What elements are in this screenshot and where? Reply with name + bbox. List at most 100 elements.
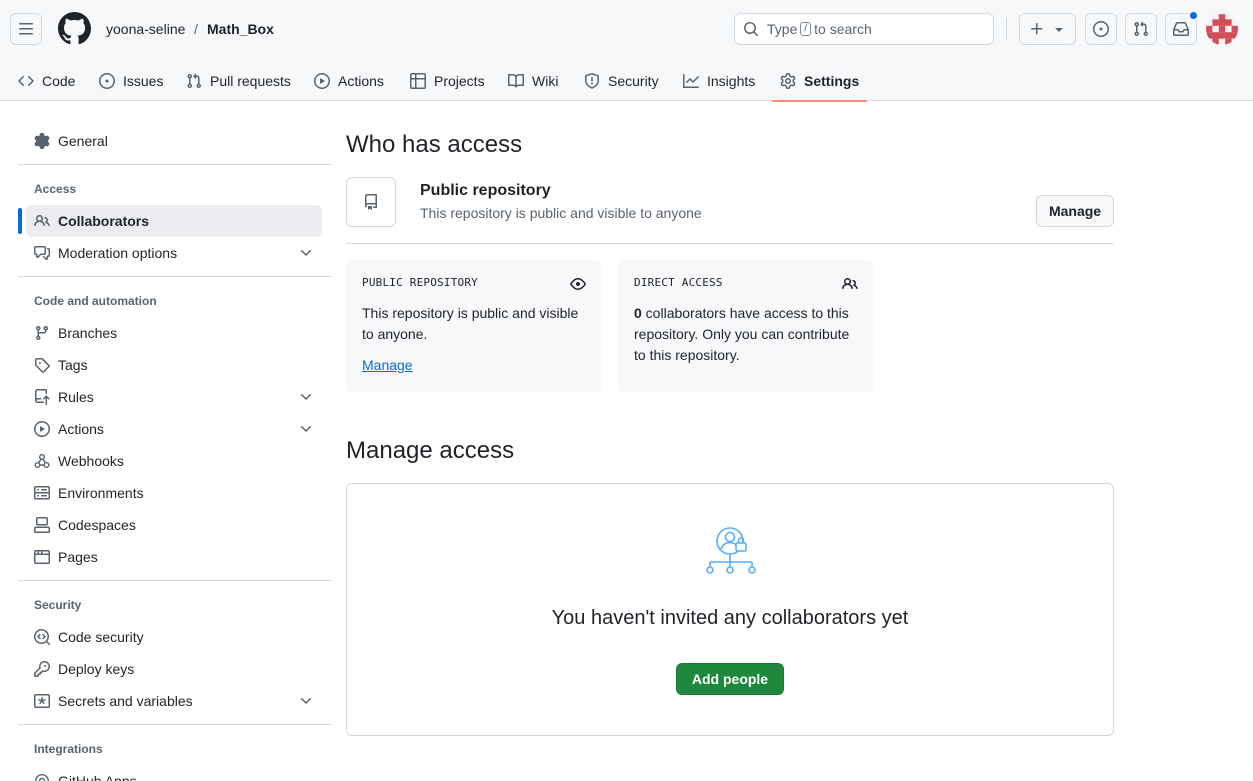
public-repository-card: PUBLIC REPOSITORY This repository is pub…: [346, 260, 602, 392]
book-icon: [508, 73, 524, 88]
pull-requests-button[interactable]: [1125, 13, 1157, 45]
breadcrumb-repo[interactable]: Math_Box: [207, 20, 274, 38]
github-logo-icon[interactable]: [58, 12, 91, 45]
hamburger-icon: [19, 23, 33, 35]
search-suffix: to search: [814, 21, 872, 37]
search-input[interactable]: Type / to search: [734, 13, 994, 45]
add-people-button[interactable]: Add people: [676, 663, 784, 695]
play-icon: [34, 421, 50, 437]
sidebar-item-code-security[interactable]: Code security: [26, 621, 322, 653]
sidebar-item-collaborators[interactable]: Collaborators: [26, 205, 322, 237]
tag-icon: [35, 358, 50, 373]
sidebar-item-label: Tags: [58, 357, 88, 373]
codescan-icon: [34, 629, 50, 645]
direct-card-line: repository. Only you can contribute: [634, 326, 850, 342]
breadcrumb-owner[interactable]: yoona-seline: [106, 20, 185, 38]
repo-visibility-title: Public repository: [420, 182, 551, 199]
tab-code-label: Code: [42, 73, 76, 89]
tab-settings[interactable]: Settings: [771, 61, 868, 102]
sidebar-divider: [18, 580, 331, 581]
comment-discussion-icon: [34, 246, 50, 260]
sidebar-item-webhooks[interactable]: Webhooks: [26, 445, 322, 477]
sidebar-item-label: Branches: [58, 325, 118, 341]
who-has-access-title: Who has access: [346, 131, 523, 158]
sidebar-item-label: General: [58, 133, 108, 149]
sidebar-item-github-apps[interactable]: GitHub Apps: [26, 765, 322, 781]
sidebar-heading-security: Security: [34, 598, 82, 612]
tab-insights[interactable]: Insights: [683, 61, 755, 101]
gear-icon: [780, 73, 796, 89]
shield-icon: [585, 73, 599, 89]
issues-button[interactable]: [1085, 13, 1117, 45]
tab-pull-requests-label: Pull requests: [210, 73, 291, 89]
tab-projects[interactable]: Projects: [410, 61, 485, 101]
git-branch-icon: [35, 326, 48, 341]
create-new-button[interactable]: [1019, 13, 1076, 45]
section-divider: [346, 243, 1114, 244]
sidebar-item-branches[interactable]: Branches: [26, 317, 322, 349]
code-icon: [18, 75, 34, 87]
sidebar-item-deploy-keys[interactable]: Deploy keys: [26, 653, 322, 685]
sidebar-item-moderation-options[interactable]: Moderation options: [26, 237, 322, 269]
manage-access-panel: You haven't invited any collaborators ye…: [346, 483, 1114, 736]
sidebar-item-secrets-variables[interactable]: Secrets and variables: [26, 685, 322, 717]
tab-actions-label: Actions: [338, 73, 384, 89]
active-indicator: [18, 208, 22, 234]
chevron-down-icon[interactable]: [298, 421, 314, 437]
tab-pull-requests[interactable]: Pull requests: [186, 61, 291, 101]
tab-code[interactable]: Code: [18, 61, 75, 101]
sidebar-item-pages[interactable]: Pages: [26, 541, 322, 573]
public-card-manage-link[interactable]: Manage: [362, 357, 413, 373]
sidebar-item-rules[interactable]: Rules: [26, 381, 322, 413]
sidebar-heading-integrations: Integrations: [34, 742, 103, 756]
sidebar-item-label: Actions: [58, 421, 104, 437]
sidebar-item-tags[interactable]: Tags: [26, 349, 322, 381]
sidebar-item-environments[interactable]: Environments: [26, 477, 322, 509]
avatar[interactable]: [1206, 13, 1238, 45]
chevron-down-icon[interactable]: [298, 693, 314, 709]
repo-header: yoona-seline / Math_Box Type / to search: [0, 0, 1253, 102]
breadcrumb-separator: /: [194, 21, 198, 37]
codespaces-icon: [34, 517, 50, 533]
sidebar-item-label: GitHub Apps: [58, 773, 137, 781]
inbox-icon: [1173, 22, 1189, 36]
eye-icon: [570, 278, 586, 290]
sidebar-item-actions[interactable]: Actions: [26, 413, 322, 445]
sidebar-item-label: Secrets and variables: [58, 693, 193, 709]
identicon-icon: [1206, 13, 1238, 45]
search-prefix: Type: [767, 21, 798, 37]
sidebar-item-general[interactable]: General: [26, 125, 322, 157]
sidebar-item-label: Code security: [58, 629, 144, 645]
sidebar-item-label: Codespaces: [58, 517, 136, 533]
tab-wiki-label: Wiki: [532, 73, 559, 89]
search-icon: [744, 22, 759, 37]
manage-access-title: Manage access: [346, 437, 515, 464]
tab-settings-label: Settings: [804, 73, 860, 89]
sidebar-item-label: Moderation options: [58, 245, 178, 261]
collaborator-count: 0: [634, 305, 642, 321]
table-icon: [410, 73, 426, 89]
tab-actions[interactable]: Actions: [314, 61, 384, 101]
tab-wiki[interactable]: Wiki: [508, 61, 558, 101]
git-pull-request-icon: [1134, 21, 1149, 37]
direct-card-line: to this repository.: [634, 347, 740, 363]
direct-card-label: DIRECT ACCESS: [634, 276, 723, 289]
menu-button[interactable]: [10, 13, 42, 45]
direct-access-card: DIRECT ACCESS 0 collaborators have acces…: [618, 260, 874, 392]
sidebar-item-codespaces[interactable]: Codespaces: [26, 509, 322, 541]
tab-issues[interactable]: Issues: [99, 61, 163, 101]
gear-icon: [34, 133, 50, 149]
plus-icon: [1030, 23, 1042, 35]
triangle-down-icon: [1054, 28, 1063, 32]
sidebar-item-label: Environments: [58, 485, 144, 501]
sidebar-heading-code-automation: Code and automation: [34, 294, 157, 308]
people-icon: [842, 277, 858, 290]
tab-security[interactable]: Security: [584, 61, 659, 101]
tab-security-label: Security: [608, 73, 659, 89]
manage-visibility-button[interactable]: Manage: [1036, 195, 1114, 227]
chevron-down-icon[interactable]: [298, 389, 314, 405]
tab-projects-label: Projects: [434, 73, 485, 89]
chevron-down-icon[interactable]: [298, 245, 314, 261]
direct-card-line: collaborators have access to this: [641, 305, 849, 321]
sidebar-item-label: Deploy keys: [58, 661, 135, 677]
